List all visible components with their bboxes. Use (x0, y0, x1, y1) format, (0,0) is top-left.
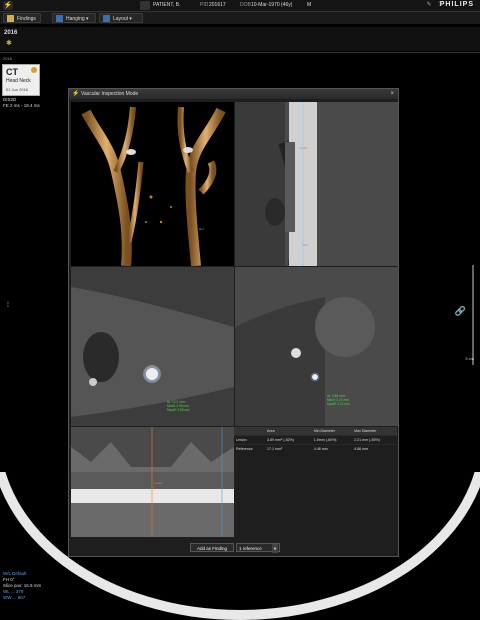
dob-value: 10-Mar-1970 (46y) (251, 2, 293, 8)
table-header: Max Diameter (352, 427, 397, 436)
add-as-finding-button[interactable]: Add as Finding (190, 543, 234, 552)
sex-value: M (307, 2, 312, 8)
ww-value-link[interactable]: WW ... 867 (3, 595, 41, 601)
link-icon[interactable]: 🔗 (455, 306, 466, 317)
cross-section-lesion[interactable]: Ar: 3.89 mm² MinØ: 2.21 mm MaxØ: 2.21 mm (235, 267, 398, 426)
dialog-title-bar[interactable]: ⚡ Vascular Inspection Mode × (69, 89, 398, 99)
table-cell: 1.8mm (-60%) (311, 435, 353, 445)
brand-logo: PHILIPS (439, 1, 474, 8)
timeline-divider (0, 52, 480, 53)
patient-name: PATIENT, B. (153, 2, 181, 8)
ref-marker-mpr: Ref (303, 243, 308, 247)
table-cell: 4.46 mm (311, 444, 353, 453)
table-cell: Reference (234, 444, 266, 453)
table-header-row: Area Min Diameter Max Diameter (234, 427, 397, 436)
vessel-icon: ⚡ (72, 91, 80, 97)
ref-max-diameter: MaxØ: 3.98 mm (167, 408, 190, 412)
pid-value: 201617 (209, 2, 226, 8)
timeline-year[interactable]: 2016 (4, 30, 17, 36)
layout-icon (103, 15, 110, 23)
overlay-line-2: FE 2 ms - 18.4 ms (3, 103, 40, 108)
scale-label: 5 cm (465, 356, 474, 361)
findings-label: Findings (17, 16, 36, 22)
close-icon[interactable]: × (390, 89, 394, 99)
timeline-bar (0, 27, 480, 51)
vessel-3d-view[interactable]: Ref (71, 102, 234, 266)
reference-measurements: Ar: 12.3 mm² MinØ: 3.96 mm MaxØ: 3.98 mm (167, 400, 190, 412)
table-header (234, 427, 266, 436)
pid-label: PID (200, 2, 209, 8)
study-description: Head Neck (6, 78, 31, 84)
orientation-marker: ⁞ (7, 302, 9, 309)
hanging-button[interactable]: Hanging ▾ (52, 13, 96, 23)
table-cell: 4.86 mm (352, 444, 397, 453)
table-cell: 17.1 mm² (265, 444, 312, 453)
study-thumbnail[interactable]: CT Head Neck 01 Jun 2016 (2, 64, 40, 96)
findings-icon (7, 15, 14, 23)
table-header: Area (265, 427, 312, 436)
study-date: 01 Jun 2016 (6, 87, 29, 92)
curved-mpr-view[interactable]: Lesion Ref (235, 102, 398, 266)
lesion-marker-straight: Lesion (154, 481, 163, 485)
measurement-table: Area Min Diameter Max Diameter Lesion 3.… (234, 427, 397, 453)
straightened-vessel-view[interactable]: Lesion (71, 427, 234, 537)
viewport-overlay-bottom: W/L Default FH 0° Slice pos: 16.9 mm WL … (3, 571, 41, 601)
layout-button[interactable]: Layout ▾ (99, 13, 143, 23)
tools-icon[interactable]: ✎ (425, 1, 433, 9)
findings-button[interactable]: Findings (3, 13, 41, 23)
lesion-measurements: Ar: 3.89 mm² MinØ: 2.21 mm MaxØ: 2.21 mm (327, 394, 350, 406)
scale-bar (472, 265, 474, 365)
table-cell: 3.89 mm² (-82%) (265, 435, 312, 445)
table-cell: Lesion (234, 435, 266, 445)
chevron-down-icon: ▾ (272, 544, 278, 553)
table-header: Min Diameter (311, 427, 353, 436)
hanging-icon (56, 15, 63, 23)
table-row[interactable]: Lesion 3.89 mm² (-82%) 1.8mm (-60%) 2.21… (234, 435, 397, 445)
top-bar: ⚡ PATIENT, B. PID 201617 DOB 10-Mar-1970… (0, 0, 480, 12)
star-icon[interactable]: ✱ (6, 39, 12, 47)
patient-icon (140, 1, 150, 10)
study-year-label: 2016 (3, 56, 12, 61)
table-row[interactable]: Reference 17.1 mm² 4.46 mm 4.86 mm (234, 444, 397, 453)
ref-marker-3d: Ref (199, 227, 204, 231)
table-cell: 2.21 mm (-55%) (352, 435, 397, 445)
dialog-title: Vascular Inspection Mode (81, 91, 139, 97)
lesion-marker-mpr: Lesion (299, 146, 308, 150)
reference-select[interactable]: 1 reference ▾ (236, 543, 280, 553)
toolbar: Findings Hanging ▾ Layout ▾ (0, 12, 480, 24)
cross-section-reference[interactable]: Ar: 12.3 mm² MinØ: 3.96 mm MaxØ: 3.98 mm (71, 267, 234, 426)
study-status-icon (31, 67, 37, 73)
app-logo-icon[interactable]: ⚡ (3, 1, 13, 10)
lesion-max-diameter: MaxØ: 2.21 mm (327, 402, 350, 406)
hanging-label: Hanging (66, 16, 85, 22)
study-modality: CT (6, 67, 18, 77)
layout-label: Layout (113, 16, 129, 22)
reference-select-value: 1 reference (239, 546, 262, 551)
dob-label: DOB (240, 2, 251, 8)
viewport-overlay-top: DIS2D FE 2 ms - 18.4 ms (3, 97, 40, 109)
vascular-inspection-dialog: ⚡ Vascular Inspection Mode × Ref Lesion … (68, 88, 399, 557)
